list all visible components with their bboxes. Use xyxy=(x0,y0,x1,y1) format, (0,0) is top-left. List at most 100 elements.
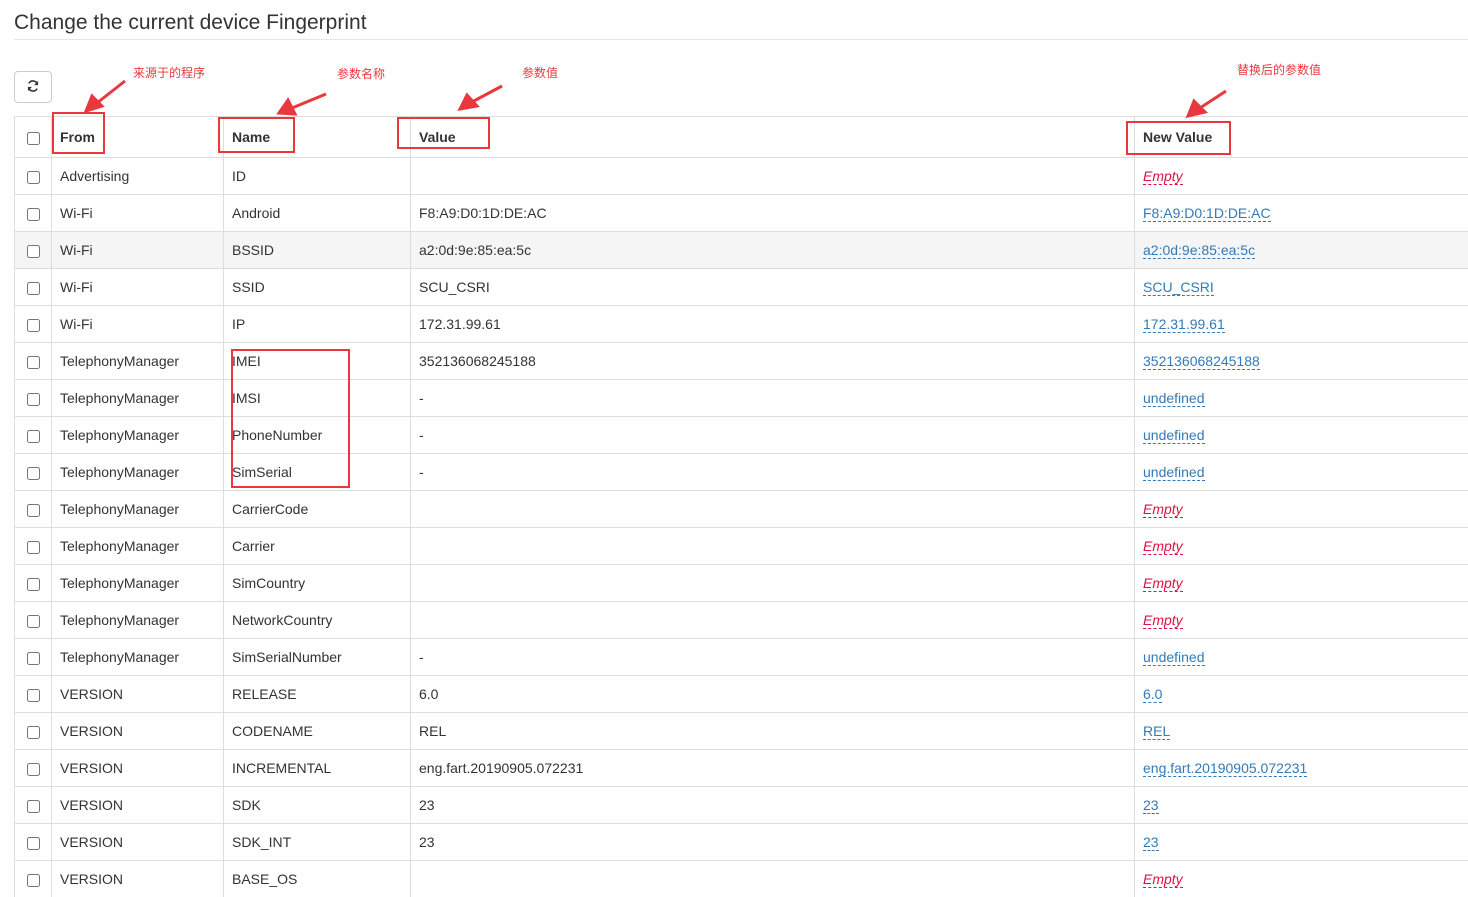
row-checkbox[interactable] xyxy=(27,208,40,221)
editable-new-value-link[interactable]: Empty xyxy=(1143,538,1183,555)
row-checkbox[interactable] xyxy=(27,689,40,702)
cell-name: CODENAME xyxy=(224,713,411,750)
editable-new-value-link[interactable]: 172.31.99.61 xyxy=(1143,316,1225,333)
cell-new-value: eng.fart.20190905.072231 xyxy=(1135,750,1468,787)
table-row: TelephonyManagerSimSerial-undefined xyxy=(15,454,1468,491)
row-checkbox[interactable] xyxy=(27,430,40,443)
editable-new-value-link[interactable]: undefined xyxy=(1143,649,1205,666)
value-annotation: 参数值 xyxy=(522,64,558,81)
page-title: Change the current device Fingerprint xyxy=(14,11,367,35)
editable-new-value-link[interactable]: undefined xyxy=(1143,464,1205,481)
row-checkbox[interactable] xyxy=(27,282,40,295)
cell-value xyxy=(411,158,1135,195)
cell-value: 23 xyxy=(411,787,1135,824)
cell-new-value: 6.0 xyxy=(1135,676,1468,713)
cell-from: TelephonyManager xyxy=(52,565,224,602)
cell-from: Wi-Fi xyxy=(52,195,224,232)
editable-new-value-link[interactable]: SCU_CSRI xyxy=(1143,279,1214,296)
cell-from: Advertising xyxy=(52,158,224,195)
column-header-from[interactable]: From xyxy=(52,117,224,158)
cell-value: 23 xyxy=(411,824,1135,861)
row-select-cell xyxy=(15,158,52,195)
cell-new-value: REL xyxy=(1135,713,1468,750)
cell-value xyxy=(411,602,1135,639)
cell-new-value: Empty xyxy=(1135,528,1468,565)
column-header-name[interactable]: Name xyxy=(224,117,411,158)
row-checkbox[interactable] xyxy=(27,393,40,406)
select-all-checkbox[interactable] xyxy=(27,132,40,145)
table-row: TelephonyManagerSimCountryEmpty xyxy=(15,565,1468,602)
row-checkbox[interactable] xyxy=(27,541,40,554)
refresh-button[interactable] xyxy=(14,71,52,103)
cell-name: INCREMENTAL xyxy=(224,750,411,787)
row-checkbox[interactable] xyxy=(27,578,40,591)
editable-new-value-link[interactable]: Empty xyxy=(1143,612,1183,629)
new-value-arrow-head xyxy=(1188,101,1205,116)
table-row: VERSIONSDK2323 xyxy=(15,787,1468,824)
new-value-arrow xyxy=(1200,91,1226,108)
row-checkbox[interactable] xyxy=(27,874,40,887)
editable-new-value-link[interactable]: Empty xyxy=(1143,575,1183,592)
table-row: TelephonyManagerSimSerialNumber-undefine… xyxy=(15,639,1468,676)
row-checkbox[interactable] xyxy=(27,467,40,480)
table-row: TelephonyManagerPhoneNumber-undefined xyxy=(15,417,1468,454)
table-row: Wi-FiIP172.31.99.61172.31.99.61 xyxy=(15,306,1468,343)
cell-from: VERSION xyxy=(52,713,224,750)
row-checkbox[interactable] xyxy=(27,319,40,332)
cell-from: TelephonyManager xyxy=(52,491,224,528)
cell-from: Wi-Fi xyxy=(52,306,224,343)
cell-new-value: a2:0d:9e:85:ea:5c xyxy=(1135,232,1468,269)
table-row: AdvertisingIDEmpty xyxy=(15,158,1468,195)
cell-from: TelephonyManager xyxy=(52,602,224,639)
row-checkbox[interactable] xyxy=(27,726,40,739)
editable-new-value-link[interactable]: undefined xyxy=(1143,390,1205,407)
cell-name: IMEI xyxy=(224,343,411,380)
cell-from: VERSION xyxy=(52,861,224,897)
cell-name: SDK_INT xyxy=(224,824,411,861)
cell-new-value: Empty xyxy=(1135,491,1468,528)
column-header-value[interactable]: Value xyxy=(411,117,1135,158)
value-arrow-head xyxy=(460,95,477,109)
row-checkbox[interactable] xyxy=(27,763,40,776)
cell-value: - xyxy=(411,454,1135,491)
row-select-cell xyxy=(15,787,52,824)
row-checkbox[interactable] xyxy=(27,800,40,813)
table-row: TelephonyManagerIMEI35213606824518835213… xyxy=(15,343,1468,380)
table-row: VERSIONSDK_INT2323 xyxy=(15,824,1468,861)
editable-new-value-link[interactable]: eng.fart.20190905.072231 xyxy=(1143,760,1307,777)
row-checkbox[interactable] xyxy=(27,837,40,850)
row-checkbox[interactable] xyxy=(27,171,40,184)
table-body: AdvertisingIDEmptyWi-FiAndroidF8:A9:D0:1… xyxy=(15,158,1468,897)
row-checkbox[interactable] xyxy=(27,504,40,517)
editable-new-value-link[interactable]: Empty xyxy=(1143,168,1183,185)
row-select-cell xyxy=(15,491,52,528)
cell-value: - xyxy=(411,417,1135,454)
editable-new-value-link[interactable]: 23 xyxy=(1143,834,1159,851)
editable-new-value-link[interactable]: 23 xyxy=(1143,797,1159,814)
cell-value: - xyxy=(411,639,1135,676)
cell-name: IP xyxy=(224,306,411,343)
editable-new-value-link[interactable]: F8:A9:D0:1D:DE:AC xyxy=(1143,205,1271,222)
table-row: Wi-FiSSIDSCU_CSRISCU_CSRI xyxy=(15,269,1468,306)
cell-value: 352136068245188 xyxy=(411,343,1135,380)
editable-new-value-link[interactable]: REL xyxy=(1143,723,1170,740)
editable-new-value-link[interactable]: 6.0 xyxy=(1143,686,1162,703)
cell-new-value: 23 xyxy=(1135,824,1468,861)
cell-new-value: F8:A9:D0:1D:DE:AC xyxy=(1135,195,1468,232)
row-select-cell xyxy=(15,454,52,491)
editable-new-value-link[interactable]: Empty xyxy=(1143,501,1183,518)
row-checkbox[interactable] xyxy=(27,356,40,369)
editable-new-value-link[interactable]: a2:0d:9e:85:ea:5c xyxy=(1143,242,1255,259)
table-header-row: From Name Value New Value xyxy=(15,117,1468,158)
row-select-cell xyxy=(15,676,52,713)
editable-new-value-link[interactable]: 352136068245188 xyxy=(1143,353,1260,370)
cell-name: RELEASE xyxy=(224,676,411,713)
row-checkbox[interactable] xyxy=(27,652,40,665)
row-checkbox[interactable] xyxy=(27,615,40,628)
table-row: VERSIONINCREMENTALeng.fart.20190905.0722… xyxy=(15,750,1468,787)
editable-new-value-link[interactable]: undefined xyxy=(1143,427,1205,444)
row-select-cell xyxy=(15,528,52,565)
column-header-new-value[interactable]: New Value xyxy=(1135,117,1468,158)
editable-new-value-link[interactable]: Empty xyxy=(1143,871,1183,888)
row-checkbox[interactable] xyxy=(27,245,40,258)
